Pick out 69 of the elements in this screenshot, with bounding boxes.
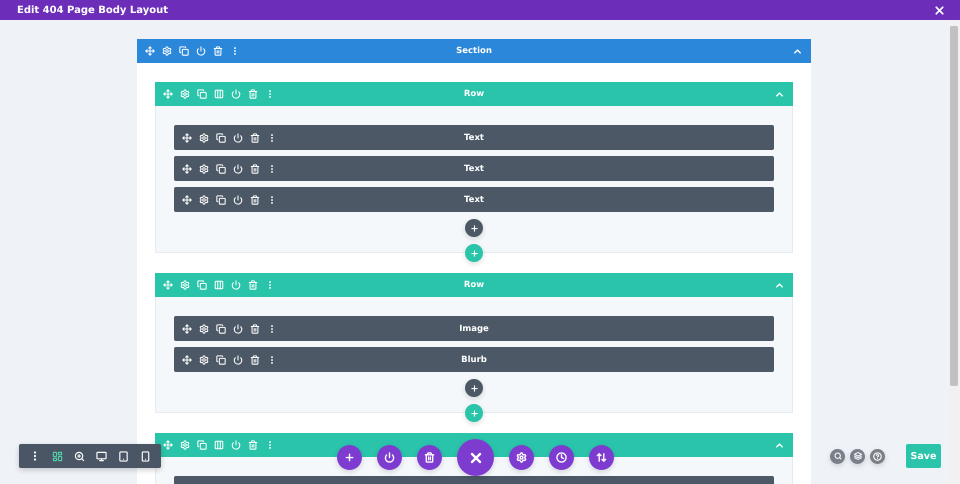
module-title: Text <box>464 194 484 204</box>
trash-icon[interactable] <box>213 46 223 56</box>
module-bar[interactable]: Text <box>174 156 774 181</box>
tablet-icon[interactable] <box>118 450 130 462</box>
duplicate-icon[interactable] <box>216 164 226 174</box>
duplicate-icon[interactable] <box>216 132 226 142</box>
move-icon[interactable] <box>182 132 192 142</box>
move-icon[interactable] <box>182 164 192 174</box>
scrollbar-thumb[interactable] <box>950 26 958 386</box>
module-bar[interactable]: Image <box>174 316 774 341</box>
duplicate-icon[interactable] <box>216 194 226 204</box>
trash-icon[interactable] <box>250 164 260 174</box>
trash-icon[interactable] <box>250 194 260 204</box>
move-icon[interactable] <box>145 46 155 56</box>
phone-icon[interactable] <box>140 450 152 462</box>
close-icon[interactable] <box>933 4 946 16</box>
trash-icon <box>424 452 435 463</box>
trash-icon[interactable] <box>250 324 260 334</box>
module-title: Text <box>464 132 484 142</box>
row-title: Row <box>464 280 484 290</box>
trash-icon[interactable] <box>250 354 260 364</box>
clock-icon <box>556 452 567 463</box>
window-title: Edit 404 Page Body Layout <box>17 4 168 16</box>
search-icon <box>834 452 842 460</box>
search-button[interactable] <box>830 448 845 464</box>
add-module-button[interactable] <box>465 219 483 237</box>
duplicate-icon[interactable] <box>216 354 226 364</box>
power-icon[interactable] <box>233 164 243 174</box>
help-icon <box>873 452 882 460</box>
desktop-icon[interactable] <box>96 450 108 462</box>
zoom-icon[interactable] <box>74 450 85 462</box>
power-icon[interactable] <box>233 324 243 334</box>
settings-icon <box>516 452 527 463</box>
settings-icon[interactable] <box>199 324 209 334</box>
power-icon <box>384 452 395 463</box>
settings-icon[interactable] <box>162 46 172 56</box>
settings-icon[interactable] <box>199 194 209 204</box>
module-bar[interactable]: Text <box>174 125 774 150</box>
settings-icon[interactable] <box>199 354 209 364</box>
move-icon[interactable] <box>182 194 192 204</box>
module-title: Text <box>464 164 484 174</box>
plus-icon <box>344 452 355 463</box>
settings-icon[interactable] <box>199 132 209 142</box>
duplicate-icon[interactable] <box>216 324 226 334</box>
section-title: Section <box>456 46 492 56</box>
plus-icon <box>470 224 478 232</box>
wireframe-icon[interactable] <box>52 450 63 462</box>
help-button[interactable] <box>870 448 885 464</box>
layers-icon <box>854 452 862 460</box>
move-icon[interactable] <box>182 354 192 364</box>
plus-icon <box>470 248 478 258</box>
settings-icon[interactable] <box>199 164 209 174</box>
layers-button[interactable] <box>850 448 865 464</box>
power-icon[interactable] <box>196 46 206 56</box>
plus-icon <box>470 408 478 418</box>
duplicate-icon[interactable] <box>179 46 189 56</box>
plus-icon <box>470 384 478 392</box>
power-icon[interactable] <box>233 194 243 204</box>
module-bar[interactable]: Blurb <box>174 347 774 372</box>
sort-icon <box>596 452 607 463</box>
trash-icon[interactable] <box>250 132 260 142</box>
row-title: Row <box>464 89 484 99</box>
move-icon[interactable] <box>182 324 192 334</box>
module-title: Blurb <box>461 354 487 364</box>
module-bar[interactable]: Text <box>174 187 774 212</box>
module-title: Image <box>459 324 489 334</box>
add-module-button[interactable] <box>465 379 483 397</box>
power-icon[interactable] <box>233 354 243 364</box>
power-icon[interactable] <box>233 132 243 142</box>
